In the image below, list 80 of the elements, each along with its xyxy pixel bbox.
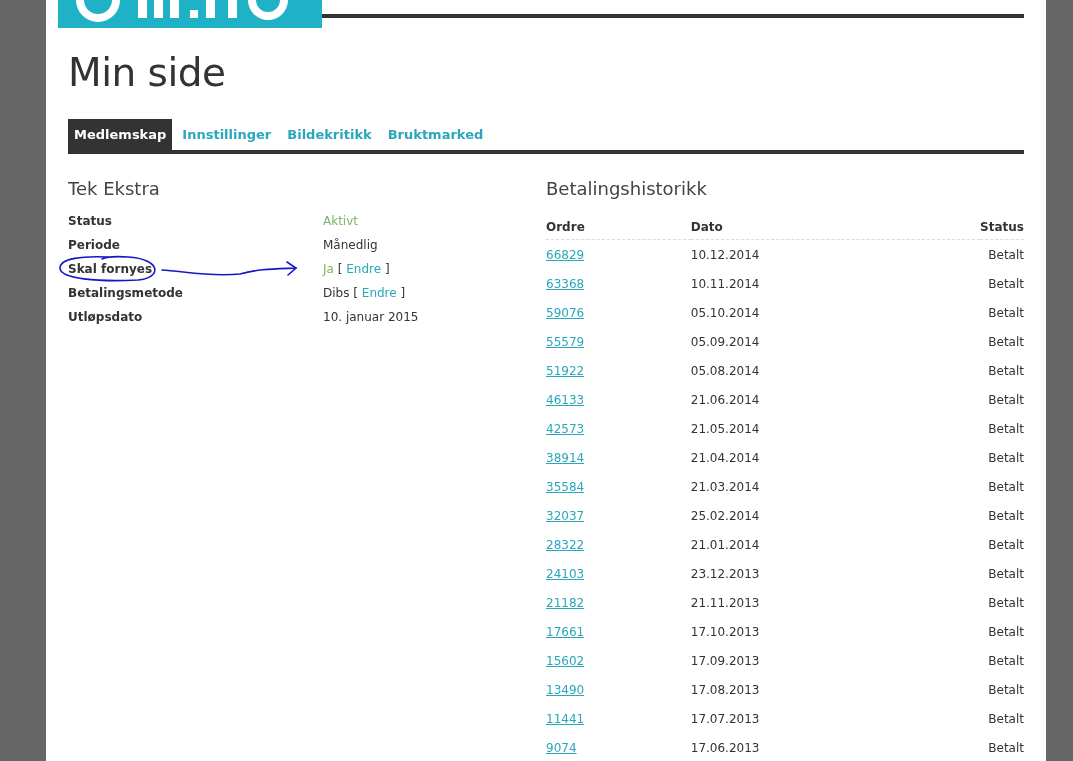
page-title: Min side — [68, 50, 227, 95]
table-cell: 25.02.2014 — [690, 508, 760, 523]
change-link[interactable]: Endre — [346, 262, 382, 276]
table-cell: Betalt — [988, 653, 1024, 668]
order-link[interactable]: 46133 — [546, 392, 585, 407]
table-cell: 21.11.2013 — [690, 595, 760, 610]
bracket: [ — [353, 286, 358, 300]
table-cell: 17.07.2013 — [690, 711, 760, 726]
order-link[interactable]: 38914 — [546, 450, 585, 465]
order-link[interactable]: 9074 — [546, 740, 577, 755]
order-link[interactable]: 55579 — [546, 334, 585, 349]
field-label: Utløpsdato — [68, 310, 144, 324]
order-link[interactable]: 17661 — [546, 624, 585, 639]
table-cell: Betalt — [988, 595, 1024, 610]
table-cell: 17.09.2013 — [690, 653, 760, 668]
column-header: Status — [980, 214, 1024, 240]
table-cell: 05.08.2014 — [690, 363, 760, 378]
table-cell: 21.05.2014 — [690, 421, 760, 436]
tab[interactable]: Bildekritikk — [281, 119, 378, 150]
table-cell: 17.10.2013 — [690, 624, 760, 639]
table-cell: Betalt — [988, 740, 1024, 755]
table-cell: Betalt — [988, 276, 1024, 291]
table-cell: Betalt — [988, 537, 1024, 552]
field-label: Status — [68, 214, 113, 228]
table-cell: Betalt — [988, 334, 1024, 349]
table-cell: Betalt — [988, 421, 1024, 436]
table-cell: 21.01.2014 — [690, 537, 760, 552]
column-header: Ordre — [546, 214, 691, 240]
table-cell: Betalt — [988, 450, 1024, 465]
table-cell: Betalt — [988, 363, 1024, 378]
order-link[interactable]: 32037 — [546, 508, 585, 523]
field-value: Dibs — [323, 286, 350, 300]
table-cell: Betalt — [988, 247, 1024, 262]
table-cell: 21.03.2014 — [690, 479, 760, 494]
field-value: Aktivt — [323, 214, 358, 228]
field-value: Ja — [323, 262, 334, 276]
table-cell: Betalt — [988, 711, 1024, 726]
bracket: ] — [400, 286, 406, 300]
field-label: Betalingsmetode — [68, 286, 184, 300]
table-cell: Betalt — [988, 305, 1024, 320]
order-link[interactable]: 24103 — [546, 566, 585, 581]
table-cell: 05.09.2014 — [690, 334, 760, 349]
table-cell: 21.06.2014 — [690, 392, 760, 407]
table-cell: Betalt — [988, 624, 1024, 639]
order-link[interactable]: 63368 — [546, 276, 585, 291]
section-title: Betalingshistorikk — [546, 178, 708, 199]
order-link[interactable]: 59076 — [546, 305, 585, 320]
table-cell: 23.12.2013 — [690, 566, 760, 581]
table-cell: Betalt — [988, 479, 1024, 494]
order-link[interactable]: 28322 — [546, 537, 585, 552]
order-link[interactable]: 42573 — [546, 421, 585, 436]
order-link[interactable]: 66829 — [546, 247, 585, 262]
order-link[interactable]: 13490 — [546, 682, 585, 697]
tab[interactable]: Innstillinger — [176, 119, 278, 150]
table-cell: 17.06.2013 — [690, 740, 760, 755]
order-link[interactable]: 51922 — [546, 363, 585, 378]
section-title: Tek Ekstra — [68, 178, 161, 199]
order-link[interactable]: 15602 — [546, 653, 585, 668]
column-header: Dato — [690, 214, 981, 240]
bracket: ] — [384, 262, 390, 276]
field-label: Periode — [68, 238, 121, 252]
table-cell: 05.10.2014 — [690, 305, 760, 320]
field-label: Skal fornyes — [68, 262, 154, 276]
table-cell: Betalt — [988, 566, 1024, 581]
table-cell: Betalt — [988, 682, 1024, 697]
table-cell: 17.08.2013 — [690, 682, 760, 697]
tab[interactable]: Bruktmarked — [381, 119, 490, 150]
table-cell: Betalt — [988, 508, 1024, 523]
table-cell: Betalt — [988, 392, 1024, 407]
order-link[interactable]: 21182 — [546, 595, 585, 610]
change-link[interactable]: Endre — [361, 286, 397, 300]
table-cell: 21.04.2014 — [690, 450, 760, 465]
field-value: 10. januar 2015 — [323, 310, 419, 324]
table-cell: 10.12.2014 — [690, 247, 760, 262]
order-link[interactable]: 35584 — [546, 479, 585, 494]
table-cell: 10.11.2014 — [690, 276, 760, 291]
field-value: Månedlig — [323, 238, 378, 252]
order-link[interactable]: 11441 — [546, 711, 585, 726]
bracket: [ — [337, 262, 343, 276]
tab[interactable]: Medlemskap — [68, 119, 173, 150]
